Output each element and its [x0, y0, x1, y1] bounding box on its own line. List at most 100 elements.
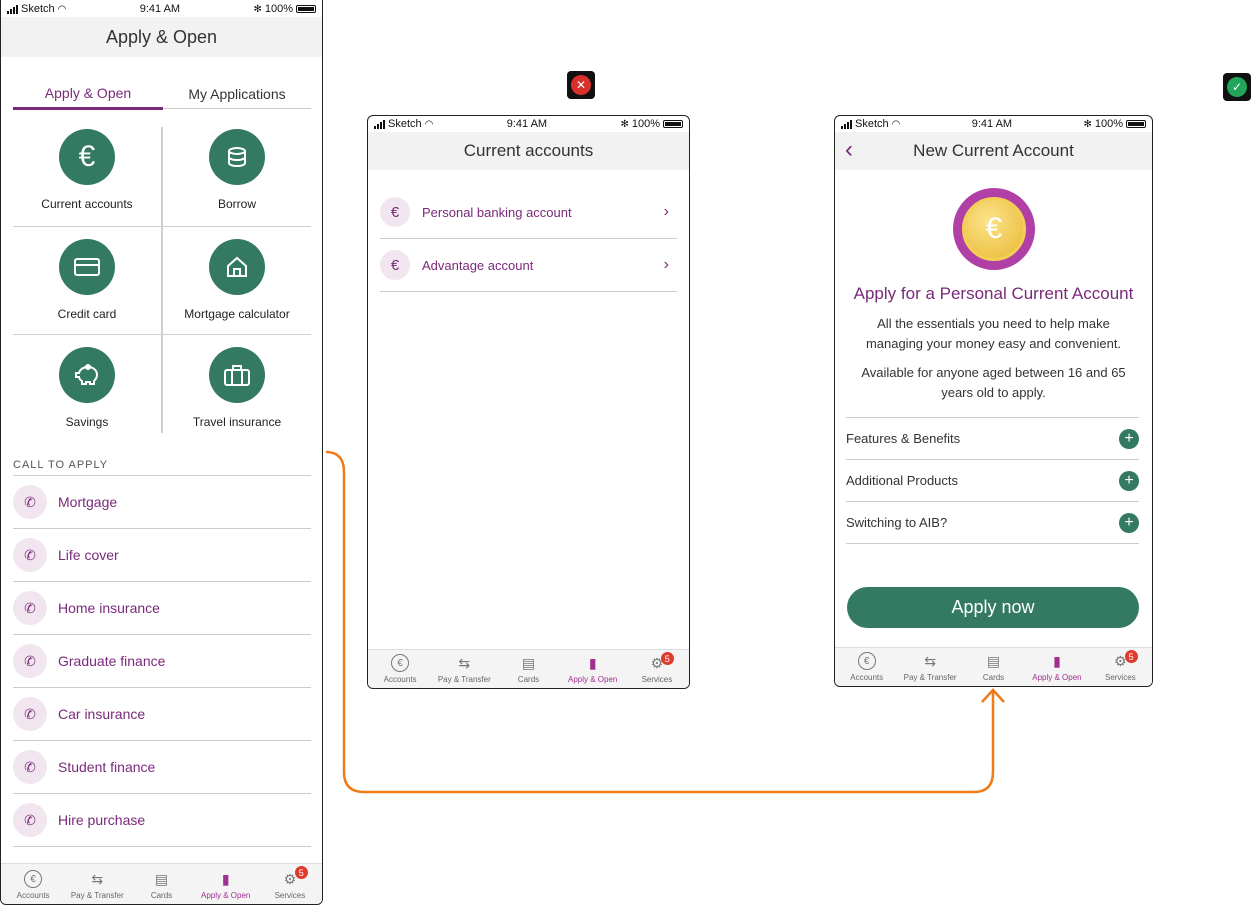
tile-mortgage-calculator[interactable]: Mortgage calculator [163, 239, 311, 334]
tab-my-applications[interactable]: My Applications [163, 79, 311, 109]
tabbar-accounts[interactable]: € Accounts [368, 650, 432, 688]
plus-circle-icon: + [1119, 512, 1139, 533]
nav-bar: Current accounts [368, 132, 689, 170]
nav-bar: Apply & Open [1, 17, 322, 57]
call-item-label: Mortgage [58, 494, 118, 510]
call-item-hire-purchase[interactable]: ✆ Hire purchase [13, 794, 311, 847]
tab-label: Apply & Open [44, 85, 132, 101]
coin-illustration: € [953, 188, 1035, 270]
account-list: € Personal banking account › € Advantage… [380, 186, 677, 292]
arrows-icon: ⇆ [924, 652, 936, 669]
euro-coin-icon: € [962, 197, 1026, 261]
tile-borrow[interactable]: Borrow [163, 129, 311, 224]
tile-travel-insurance[interactable]: Travel insurance [163, 347, 311, 432]
tabbar-label: Pay & Transfer [70, 891, 124, 900]
apply-now-label: Apply now [951, 597, 1035, 617]
battery-icon [295, 5, 316, 13]
status-time: 9:41 AM [139, 3, 181, 15]
tabbar-label: Cards [982, 673, 1005, 682]
tabbar-label: Accounts [850, 673, 884, 682]
tabbar-pay-transfer[interactable]: ⇆ Pay & Transfer [432, 650, 496, 688]
phone-screen-apply-open: Sketch ◠ 9:41 AM ✻ 100% Apply & Open App… [0, 0, 323, 905]
tab-apply-open[interactable]: Apply & Open [13, 79, 163, 110]
tile-label: Mortgage calculator [184, 307, 290, 321]
battery-percent: 100% [1094, 118, 1123, 130]
tabbar-apply-open[interactable]: ▮ Apply & Open [194, 864, 258, 904]
bluetooth-icon: ✻ [1083, 118, 1092, 130]
tile-label: Travel insurance [192, 415, 282, 429]
carrier-label: Sketch [21, 3, 55, 15]
tile-label: Credit card [57, 307, 117, 321]
tabbar-accounts[interactable]: € Accounts [1, 864, 65, 904]
signal-icon [374, 119, 385, 129]
call-item-label: Life cover [58, 547, 119, 563]
door-icon: ▮ [221, 870, 230, 887]
suitcase-icon [209, 347, 265, 403]
phone-screen-current-accounts: Sketch ◠ 9:41 AM ✻ 100% Current accounts… [367, 115, 690, 689]
status-bar: Sketch ◠ 9:41 AM ✻ 100% [1, 1, 322, 17]
tile-credit-card[interactable]: Credit card [13, 239, 161, 334]
status-bar: Sketch ◠ 9:41 AM ✻ 100% [368, 116, 689, 132]
battery-percent: 100% [264, 3, 293, 15]
tabbar-label: Services [274, 891, 306, 900]
euro-circle-icon: € [24, 870, 43, 888]
accordion-label: Switching to AIB? [846, 515, 948, 530]
description-1: All the essentials you need to help make… [865, 316, 1122, 351]
notification-badge: 5 [660, 652, 674, 665]
phone-icon: ✆ [13, 750, 47, 784]
accordion-label: Additional Products [846, 473, 959, 488]
call-item-car-insurance[interactable]: ✆ Car insurance [13, 688, 311, 741]
plus-circle-icon: + [1119, 470, 1139, 491]
tabbar-cards[interactable]: ▤ Cards [129, 864, 193, 904]
wifi-icon: ◠ [891, 118, 901, 130]
back-chevron-icon[interactable]: ‹ [845, 136, 853, 164]
page-title: New Current Account [913, 141, 1074, 160]
call-item-mortgage[interactable]: ✆ Mortgage [13, 476, 311, 529]
tabbar-cards[interactable]: ▤ Cards [496, 650, 560, 688]
tabbar-services[interactable]: ⚙ 5 Services [258, 864, 322, 904]
call-item-life-cover[interactable]: ✆ Life cover [13, 529, 311, 582]
account-item-personal-banking[interactable]: € Personal banking account › [380, 186, 677, 239]
accordion-features-benefits[interactable]: Features & Benefits + [846, 418, 1139, 460]
phone-icon: ✆ [13, 803, 47, 837]
chevron-right-icon: › [663, 256, 669, 273]
door-icon: ▮ [588, 654, 597, 671]
bluetooth-icon: ✻ [253, 3, 262, 15]
phone-screen-new-current-account: Sketch ◠ 9:41 AM ✻ 100% ‹ New Current Ac… [834, 115, 1153, 687]
tabbar-accounts[interactable]: € Accounts [835, 648, 898, 686]
status-time: 9:41 AM [971, 118, 1013, 130]
tab-bar: € Accounts ⇆ Pay & Transfer ▤ Cards ▮ Apply … [368, 649, 689, 688]
carrier-label: Sketch [855, 118, 889, 130]
tabbar-label: Pay & Transfer [437, 675, 491, 684]
tabbar-label: Accounts [383, 675, 417, 684]
call-item-label: Car insurance [58, 706, 146, 722]
account-item-label: Personal banking account [422, 204, 572, 220]
house-icon [209, 239, 265, 295]
call-item-student-finance[interactable]: ✆ Student finance [13, 741, 311, 794]
tabbar-label: Accounts [16, 891, 50, 900]
tabbar-services[interactable]: ⚙ 5 Services [1089, 648, 1152, 686]
cards-icon: ▤ [521, 654, 536, 671]
tabbar-pay-transfer[interactable]: ⇆ Pay & Transfer [898, 648, 961, 686]
call-item-graduate-finance[interactable]: ✆ Graduate finance [13, 635, 311, 688]
arrows-icon: ⇆ [458, 654, 471, 671]
call-list: ✆ Mortgage ✆ Life cover ✆ Home insurance… [13, 476, 311, 847]
tile-savings[interactable]: Savings [13, 347, 161, 432]
tab-bar: € Accounts ⇆ Pay & Transfer ▤ Cards ▮ Apply … [835, 647, 1152, 686]
phone-icon: ✆ [13, 485, 47, 519]
tabbar-cards[interactable]: ▤ Cards [962, 648, 1025, 686]
tabbar-services[interactable]: ⚙ 5 Services [625, 650, 689, 688]
tile-current-accounts[interactable]: € Current accounts [13, 129, 161, 224]
tabbar-pay-transfer[interactable]: ⇆ Pay & Transfer [65, 864, 129, 904]
accordion-additional-products[interactable]: Additional Products + [846, 460, 1139, 502]
tabbar-apply-open[interactable]: ▮ Apply & Open [1025, 648, 1088, 686]
call-item-home-insurance[interactable]: ✆ Home insurance [13, 582, 311, 635]
tile-label: Savings [65, 415, 109, 429]
apply-now-button[interactable]: Apply now [847, 587, 1139, 628]
account-item-advantage[interactable]: € Advantage account › [380, 239, 677, 292]
tabbar-apply-open[interactable]: ▮ Apply & Open [561, 650, 625, 688]
accordion-switching[interactable]: Switching to AIB? + [846, 502, 1139, 544]
battery-icon [662, 120, 683, 128]
euro-circle-icon: € [857, 652, 876, 670]
right-marker: ✓ [1223, 73, 1251, 101]
